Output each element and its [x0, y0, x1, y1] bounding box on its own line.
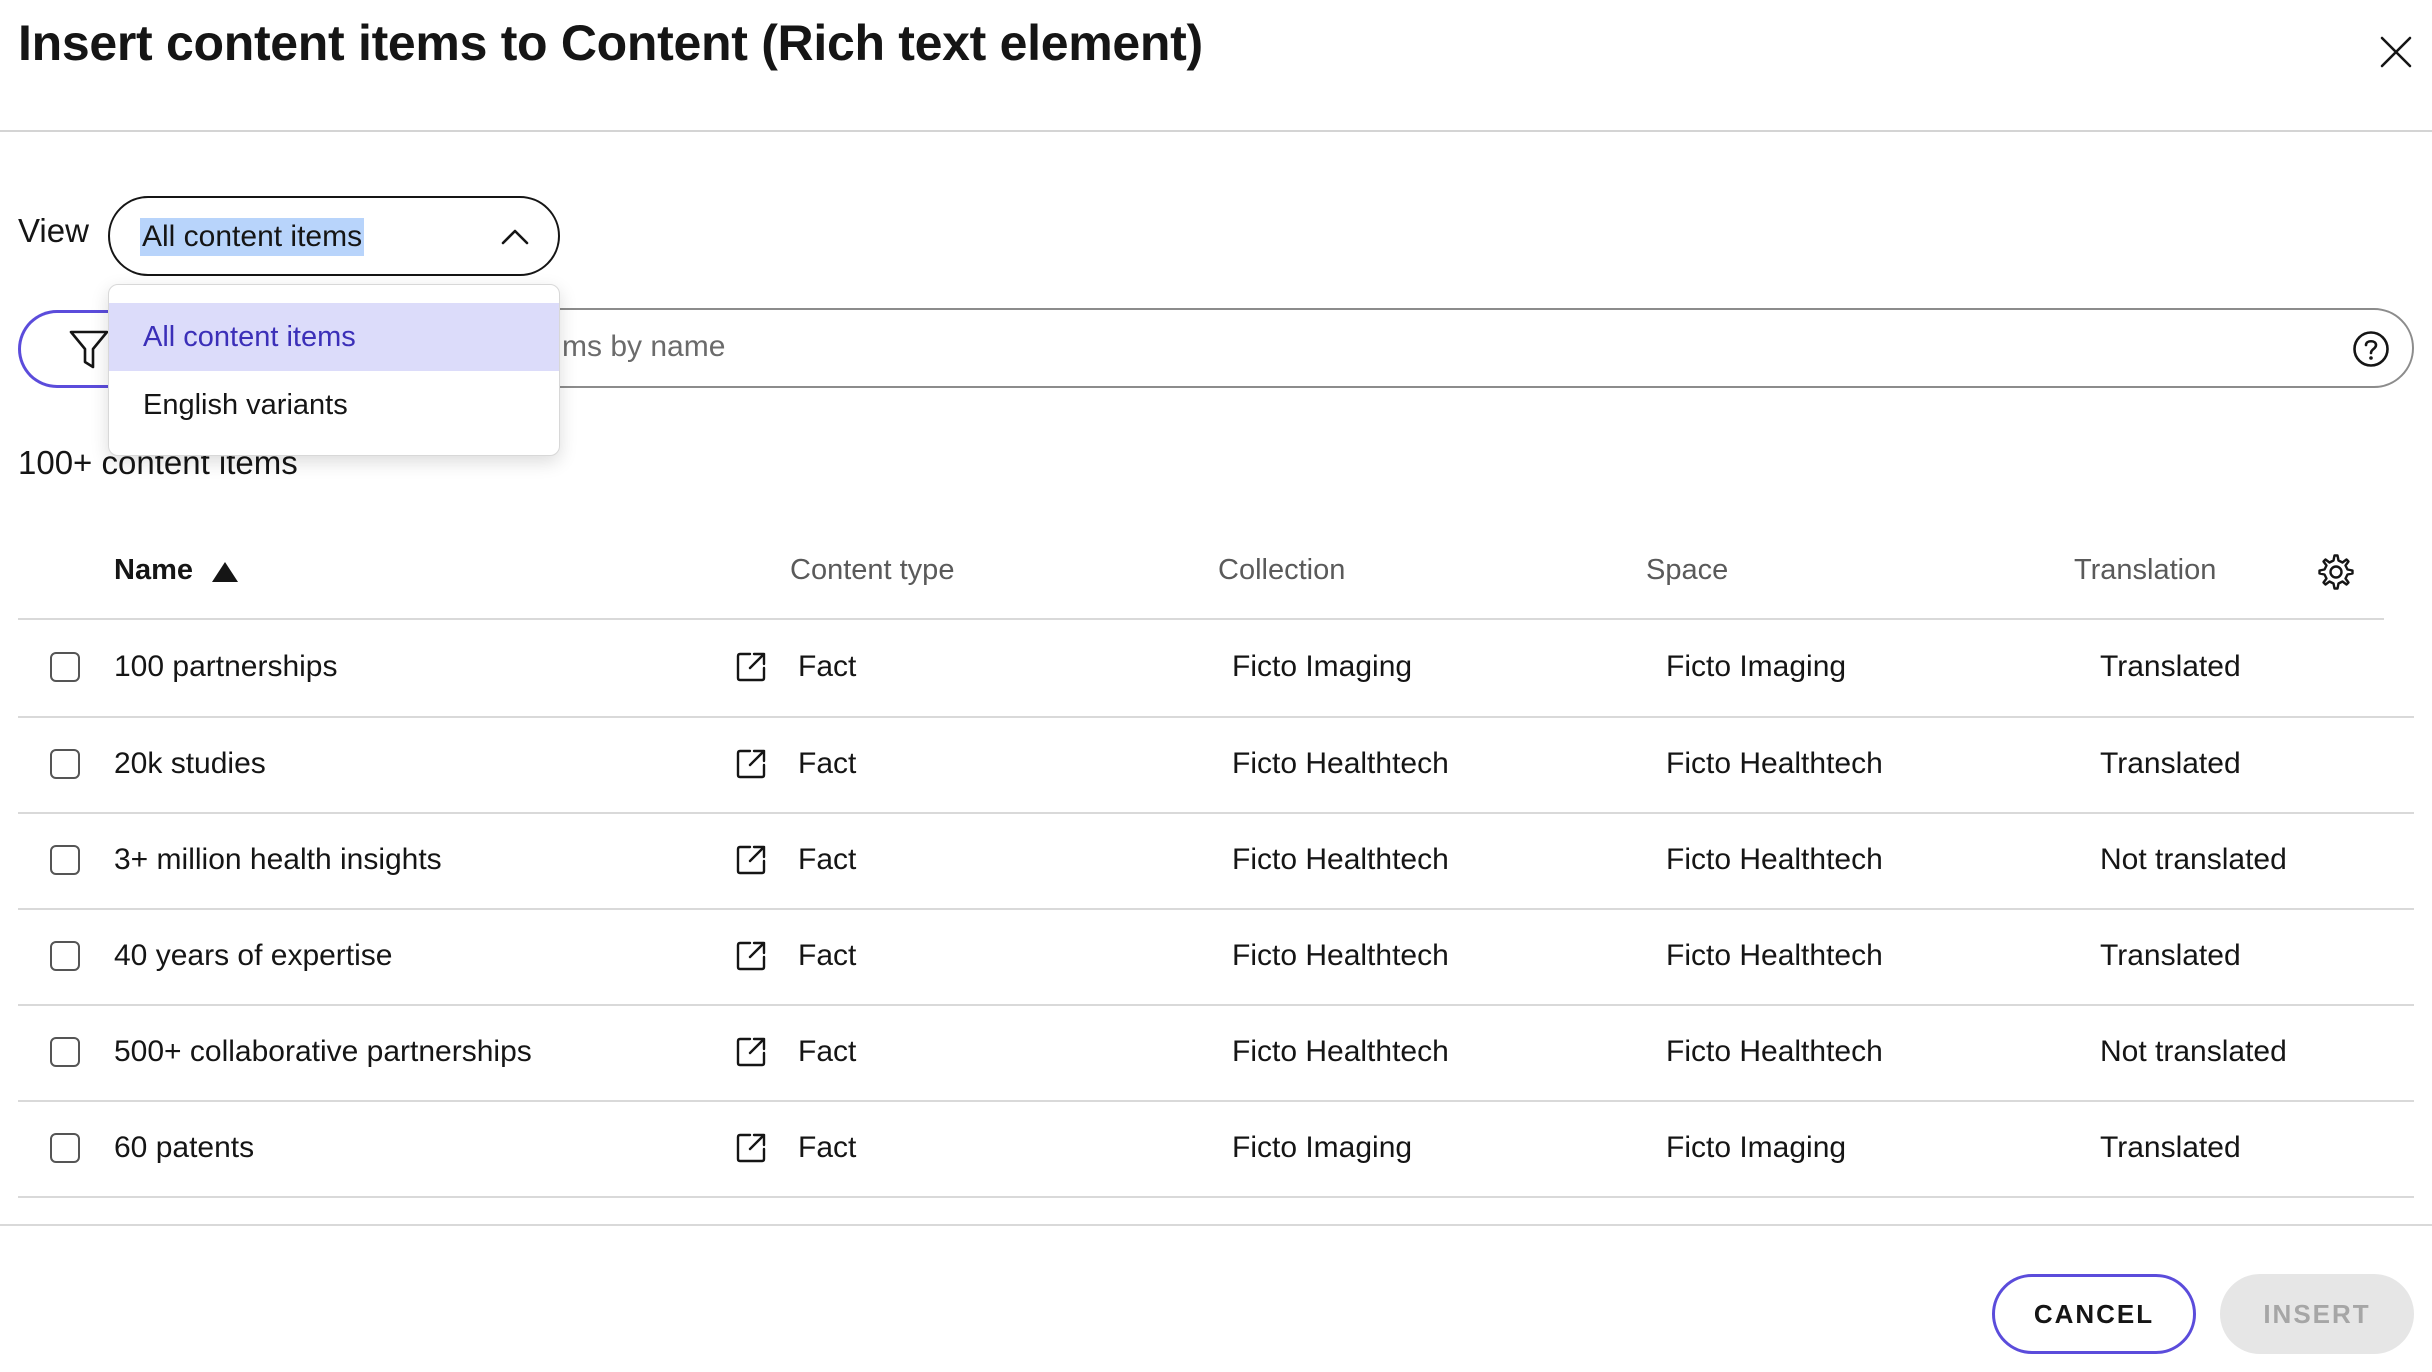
row-divider [18, 1196, 2414, 1198]
cancel-button[interactable]: CANCEL [1992, 1274, 2196, 1354]
cell-translation: Not translated [2100, 1035, 2287, 1068]
row-checkbox[interactable] [50, 749, 80, 779]
cell-collection: Ficto Healthtech [1232, 747, 1449, 780]
column-header-content-type[interactable]: Content type [790, 554, 954, 587]
gear-icon[interactable] [2316, 552, 2356, 592]
cell-name: 500+ collaborative partnerships [114, 1035, 532, 1068]
cell-content-type: Fact [798, 1131, 857, 1164]
cell-space: Ficto Healthtech [1666, 1035, 1883, 1068]
cell-translation: Not translated [2100, 843, 2287, 876]
external-link-icon[interactable] [734, 939, 768, 973]
cell-translation: Translated [2100, 650, 2241, 683]
cell-translation: Translated [2100, 747, 2241, 780]
row-checkbox[interactable] [50, 1133, 80, 1163]
view-dropdown-menu: All content items English variants [108, 284, 560, 456]
cell-collection: Ficto Healthtech [1232, 1035, 1449, 1068]
table-row[interactable]: 3+ million health insights Fact Ficto He… [18, 813, 2414, 909]
cell-space: Ficto Healthtech [1666, 843, 1883, 876]
filter-icon [69, 330, 109, 369]
cell-translation: Translated [2100, 1131, 2241, 1164]
external-link-icon[interactable] [734, 843, 768, 877]
close-button[interactable] [2366, 22, 2426, 82]
row-checkbox[interactable] [50, 941, 80, 971]
view-label: View [18, 212, 89, 249]
cell-collection: Ficto Imaging [1232, 1131, 1413, 1164]
cell-collection: Ficto Healthtech [1232, 843, 1449, 876]
help-icon[interactable] [2352, 330, 2390, 368]
cell-collection: Ficto Imaging [1232, 650, 1413, 683]
footer-divider [0, 1224, 2432, 1226]
chevron-up-icon [501, 229, 529, 245]
external-link-icon[interactable] [734, 747, 768, 781]
row-checkbox[interactable] [50, 845, 80, 875]
column-header-space[interactable]: Space [1646, 554, 1728, 587]
view-option-english-variants[interactable]: English variants [109, 371, 559, 439]
row-checkbox[interactable] [50, 652, 80, 682]
insert-button: INSERT [2220, 1274, 2414, 1354]
dialog-title: Insert content items to Content (Rich te… [18, 15, 1203, 71]
close-icon [2380, 36, 2412, 68]
cell-content-type: Fact [798, 843, 857, 876]
table-row[interactable]: 100 partnerships Fact Ficto Imaging Fict… [18, 620, 2414, 716]
cell-space: Ficto Imaging [1666, 650, 1847, 683]
view-select[interactable]: All content items [108, 196, 560, 276]
sort-ascending-icon[interactable] [210, 560, 240, 584]
column-header-translation[interactable]: Translation [2074, 554, 2216, 587]
row-checkbox[interactable] [50, 1037, 80, 1067]
view-option-all-content-items[interactable]: All content items [109, 303, 559, 371]
cell-space: Ficto Healthtech [1666, 747, 1883, 780]
cell-content-type: Fact [798, 650, 857, 683]
column-header-collection[interactable]: Collection [1218, 554, 1345, 587]
cell-name: 40 years of expertise [114, 939, 393, 972]
table-row[interactable]: 500+ collaborative partnerships Fact Fic… [18, 1005, 2414, 1101]
cell-name: 3+ million health insights [114, 843, 442, 876]
cell-name: 20k studies [114, 747, 266, 780]
cell-translation: Translated [2100, 939, 2241, 972]
external-link-icon[interactable] [734, 1035, 768, 1069]
external-link-icon[interactable] [734, 1131, 768, 1165]
header-divider [0, 130, 2432, 132]
cell-space: Ficto Healthtech [1666, 939, 1883, 972]
table-row[interactable]: 40 years of expertise Fact Ficto Healtht… [18, 909, 2414, 1005]
cell-name: 100 partnerships [114, 650, 338, 683]
table-row[interactable]: 60 patents Fact Ficto Imaging Ficto Imag… [18, 1101, 2414, 1197]
column-header-name[interactable]: Name [114, 554, 193, 587]
cell-content-type: Fact [798, 1035, 857, 1068]
cell-content-type: Fact [798, 939, 857, 972]
view-select-value: All content items [140, 218, 365, 256]
cell-collection: Ficto Healthtech [1232, 939, 1449, 972]
table-row[interactable]: 20k studies Fact Ficto Healthtech Ficto … [18, 717, 2414, 813]
cell-space: Ficto Imaging [1666, 1131, 1847, 1164]
cell-content-type: Fact [798, 747, 857, 780]
cell-name: 60 patents [114, 1131, 255, 1164]
external-link-icon[interactable] [734, 650, 768, 684]
